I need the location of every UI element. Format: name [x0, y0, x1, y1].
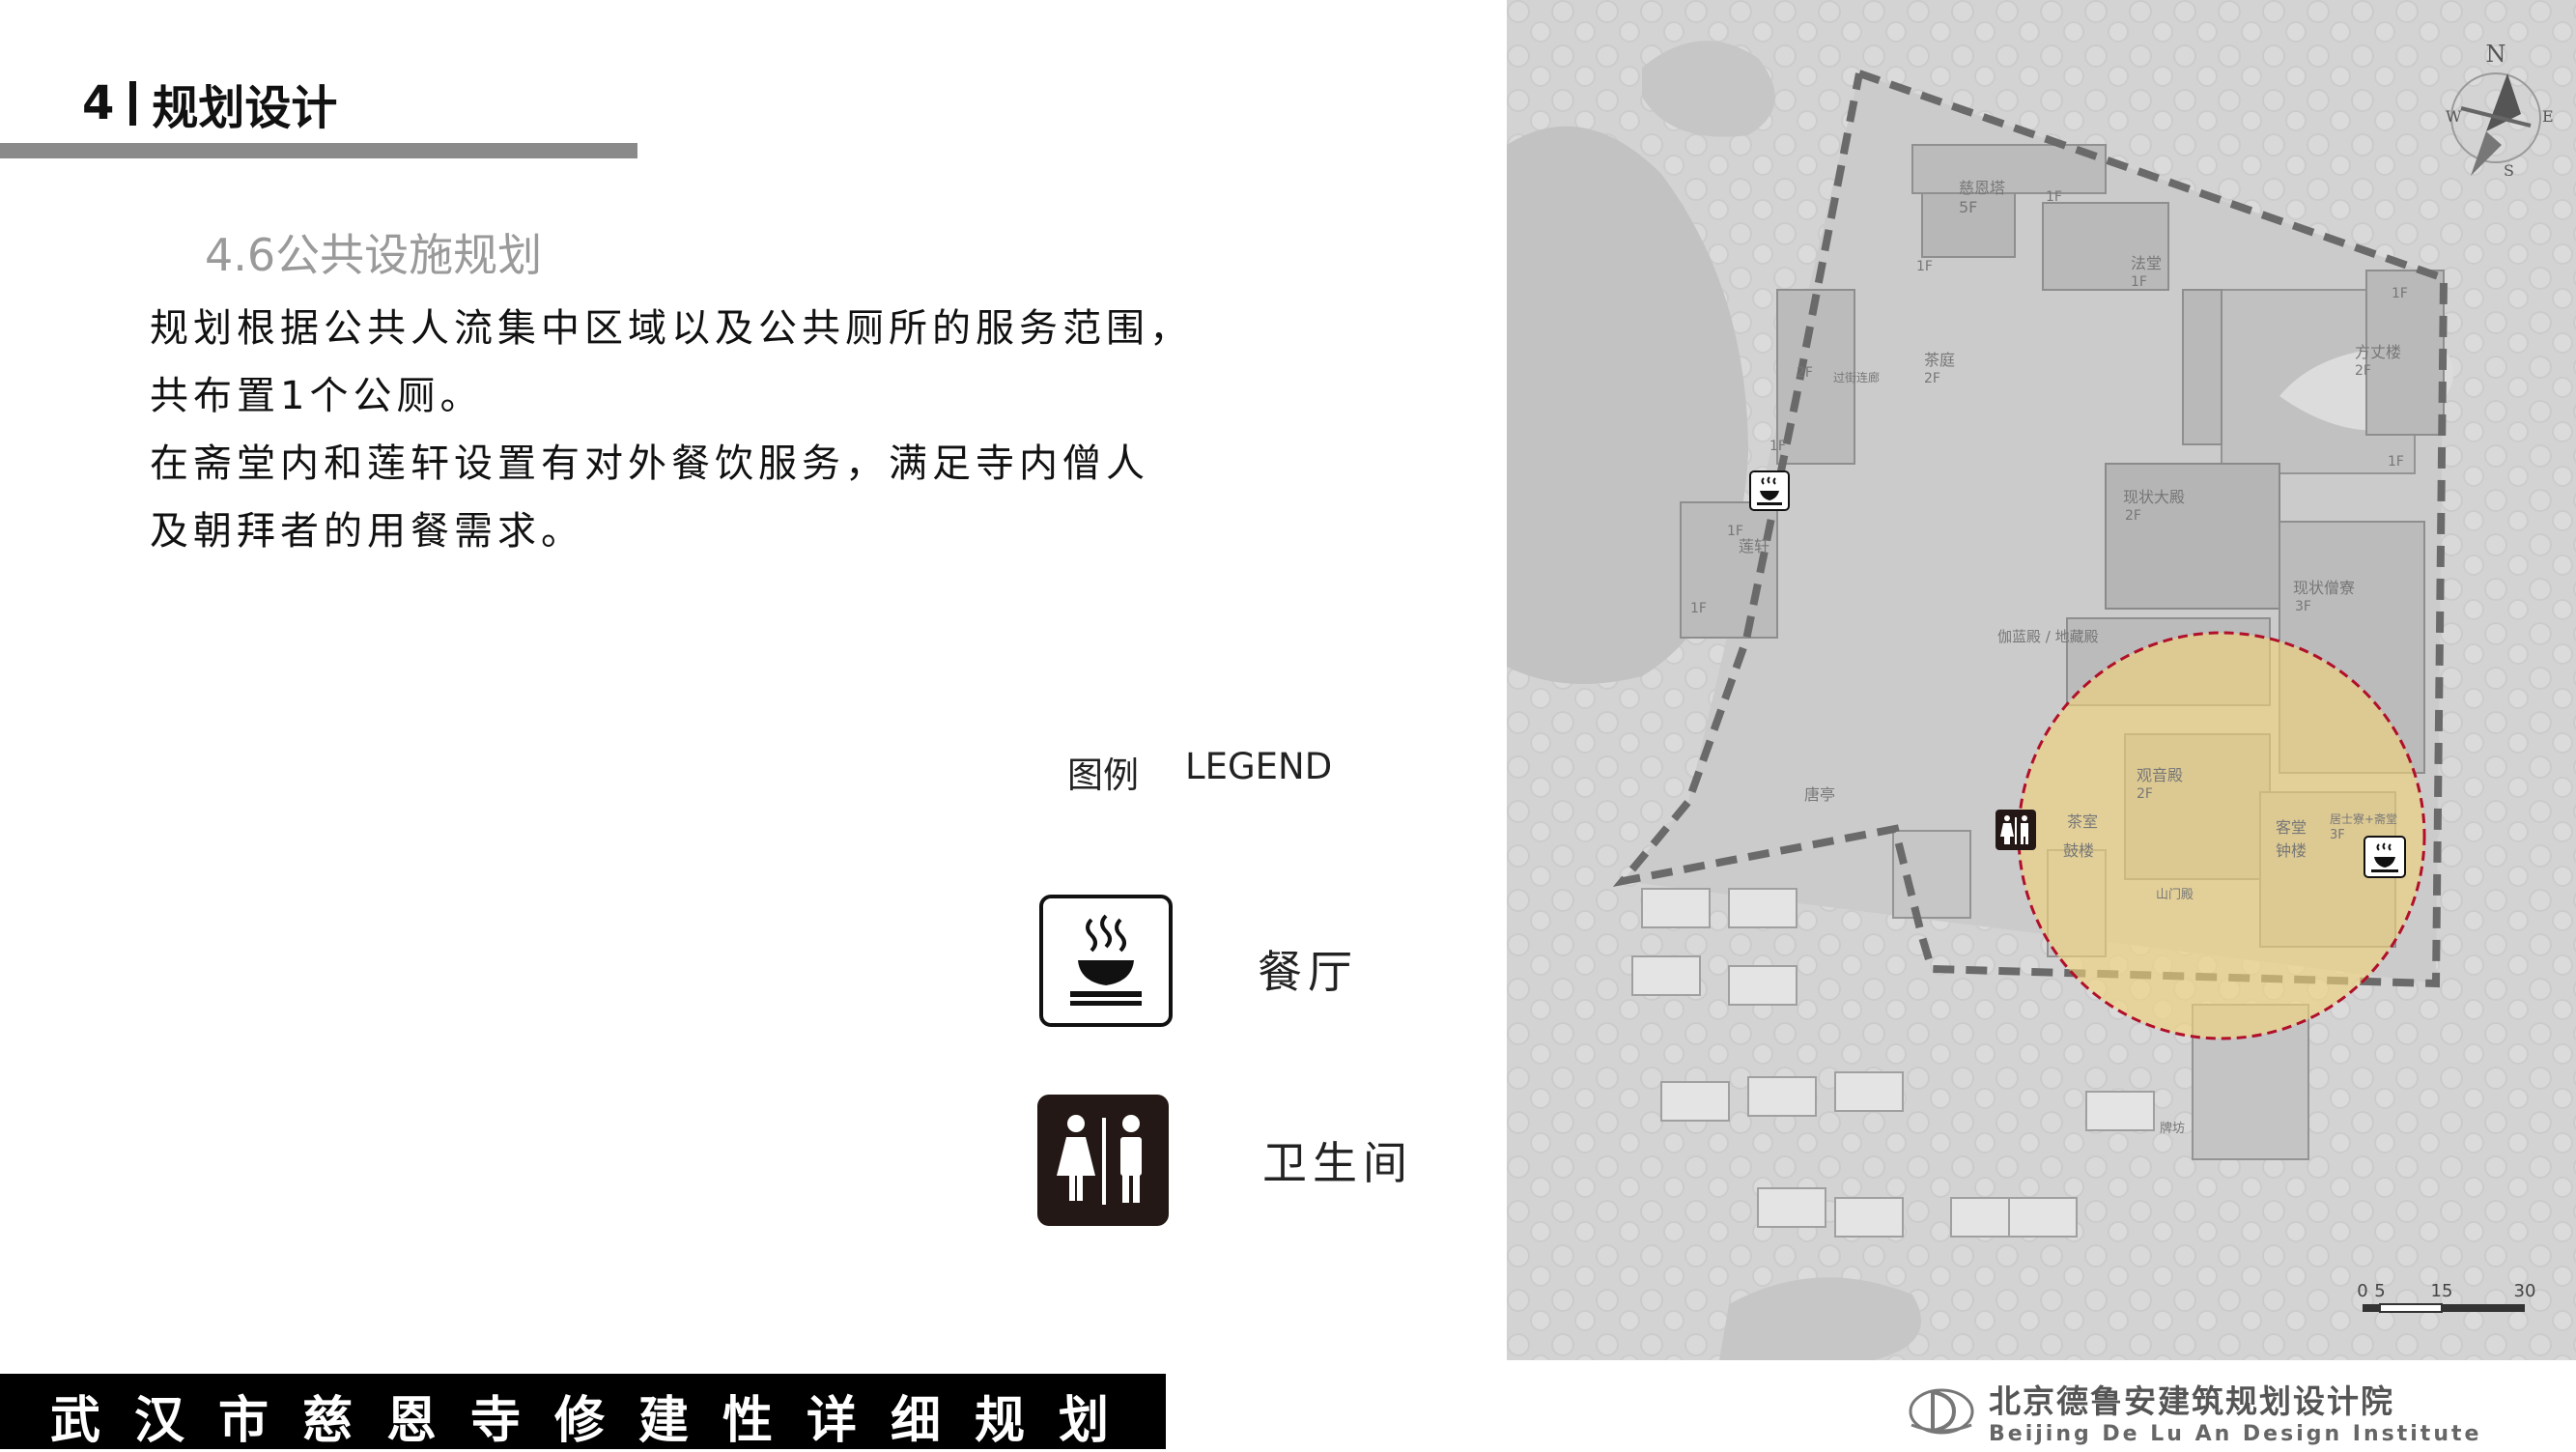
village-house	[1757, 1187, 1826, 1228]
map-label: 唐亭	[1804, 785, 1835, 804]
institute-name-cn: 北京德鲁安建筑规划设计院	[1989, 1382, 2394, 1420]
map-label: 1F	[2131, 274, 2147, 290]
restaurant-marker-zhaitang	[2364, 836, 2406, 878]
map-label: 鼓楼	[2063, 841, 2094, 860]
map-label: 莲轩	[1739, 537, 1769, 555]
map-label: 山门殿	[2156, 888, 2194, 902]
map-label: 1F	[2392, 286, 2408, 301]
legend-title-en: LEGEND	[1185, 746, 1333, 787]
map-label: 5F	[1959, 198, 1977, 216]
header-underline	[0, 143, 637, 158]
map-label: 2F	[1924, 371, 1940, 386]
compass-s: S	[2504, 161, 2514, 180]
legend-title: 图例 LEGEND	[1067, 746, 1332, 798]
map-label: 法堂	[2131, 254, 2162, 272]
restroom-marker	[1996, 810, 2036, 850]
section-header: 4 规划设计	[82, 70, 337, 137]
subsection-title: 4.6公共设施规划	[205, 229, 543, 281]
building-fatang	[2042, 202, 2169, 291]
map-label: 2F	[2137, 786, 2153, 802]
village-house	[2008, 1197, 2078, 1238]
map-label: 3F	[2330, 828, 2345, 842]
map-label: 居士寮+斋堂	[2330, 811, 2397, 826]
map-label: 方丈楼	[2355, 343, 2401, 361]
compass-e: E	[2542, 107, 2554, 126]
map-label: 2F	[1797, 365, 1813, 381]
legend-restroom-label: 卫生间	[1262, 1137, 1413, 1189]
project-title: 武汉市慈恩寺修建性详细规划	[50, 1392, 1144, 1450]
map-label: 过街连廊	[1833, 370, 1880, 384]
map-label: 现状僧寮	[2293, 579, 2355, 597]
compass-n: N	[2486, 41, 2506, 68]
section-number: 4	[82, 76, 115, 130]
map-label: 1F	[2388, 454, 2404, 470]
paragraph-line: 规划根据公共人流集中区域以及公共厕所的服务范围，	[150, 306, 1193, 351]
building-tangting	[1892, 830, 1971, 919]
village-house	[2085, 1091, 2155, 1131]
map-label: 牌坊	[2160, 1121, 2185, 1136]
map-label: 3F	[2295, 599, 2311, 614]
legend-title-cn: 图例	[1067, 754, 1139, 796]
map-label: 1F	[1690, 601, 1707, 616]
map-label: 2F	[2355, 363, 2371, 379]
map-label: 1F	[2046, 189, 2062, 205]
site-plan-map: 慈恩塔 5F 1F 1F 法堂 1F 1F 方丈楼 2F 茶庭 2F 过街连廊 …	[1507, 0, 2576, 1360]
institute-brand: 北京德鲁安建筑规划设计院 Beijing De Lu An Design Ins…	[1908, 1376, 2481, 1446]
scale-tick: 0	[2357, 1281, 2367, 1301]
map-label: 伽蓝殿 / 地藏殿	[1997, 628, 2099, 645]
building-main-hall	[2105, 463, 2280, 610]
restroom-icon	[1037, 1095, 1169, 1226]
scale-tick: 5	[2374, 1281, 2385, 1301]
map-label: 钟楼	[2276, 841, 2307, 860]
paragraph-line: 在斋堂内和莲轩设置有对外餐饮服务，满足寺内僧人	[150, 441, 1149, 486]
paragraph-line: 共布置1个公厕。	[150, 374, 484, 418]
village-house	[1728, 965, 1798, 1006]
building-chating	[2182, 289, 2222, 445]
map-label: 茶庭	[1924, 351, 1955, 369]
map-label: 1F	[1769, 439, 1786, 454]
section-heading: 规划设计	[152, 81, 338, 135]
map-label: 2F	[2125, 508, 2141, 524]
map-label: 慈恩塔	[1959, 179, 2005, 197]
village-house	[1747, 1076, 1817, 1117]
scale-tick: 15	[2431, 1281, 2453, 1301]
institute-name-en: Beijing De Lu An Design Institute	[1989, 1422, 2482, 1446]
restaurant-icon	[1039, 895, 1173, 1027]
village-house	[1834, 1071, 1904, 1112]
description-text: 规划根据公共人流集中区域以及公共厕所的服务范围， 共布置1个公厕。 在斋堂内和莲…	[150, 295, 1193, 565]
restroom-service-area	[2017, 631, 2426, 1040]
village-house	[1834, 1197, 1904, 1238]
village-house	[1641, 888, 1711, 928]
village-house	[1728, 888, 1798, 928]
scale-tick: 30	[2514, 1281, 2536, 1301]
map-label: 1F	[1916, 259, 1933, 274]
map-label: 观音殿	[2137, 766, 2183, 784]
legend-restaurant-label: 餐厅	[1258, 946, 1358, 998]
map-label: 客堂	[2276, 818, 2307, 837]
map-label: 现状大殿	[2123, 488, 2185, 506]
compass-w: W	[2446, 107, 2462, 126]
map-label: 茶室	[2067, 812, 2098, 831]
village-house	[1631, 955, 1701, 996]
restaurant-marker-lianxuan	[1749, 470, 1790, 511]
paragraph-line: 及朝拜者的用餐需求。	[150, 509, 584, 554]
institute-logo-icon	[1909, 1388, 1974, 1434]
village-house	[1660, 1081, 1730, 1122]
header-divider	[129, 81, 137, 126]
